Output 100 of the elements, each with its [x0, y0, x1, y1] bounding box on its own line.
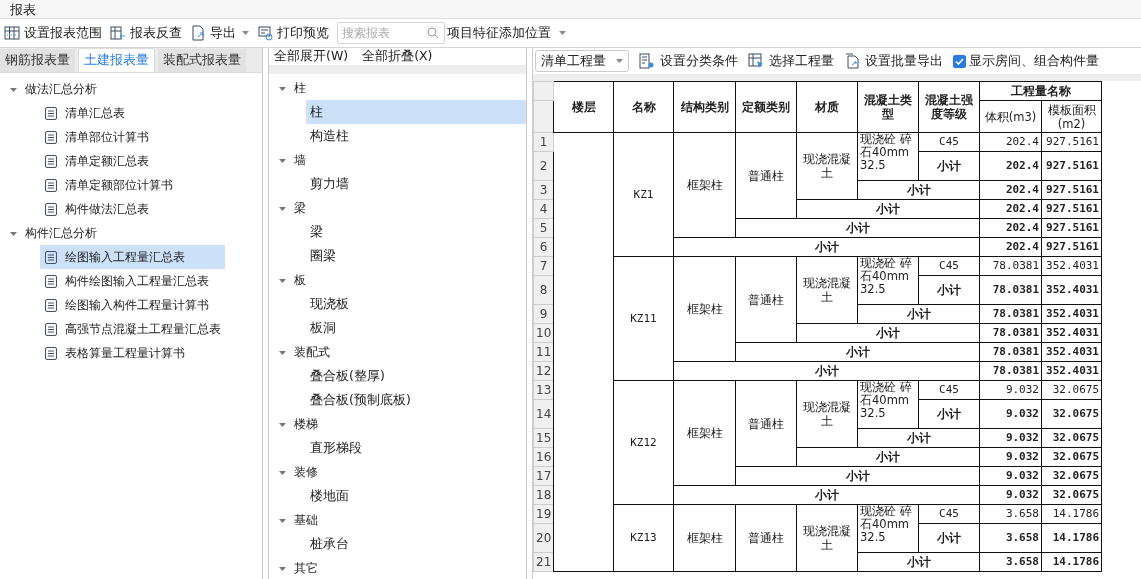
caret-icon[interactable]	[279, 420, 286, 428]
subtotal-cell: 小计	[673, 237, 980, 257]
tree-group-label[interactable]: 装修	[294, 463, 318, 481]
caret-icon[interactable]	[279, 204, 286, 212]
tree-item[interactable]: 剪力墙	[306, 172, 526, 196]
tree-item[interactable]: 构件绘图输入工程量汇总表	[40, 269, 225, 293]
caret-icon[interactable]	[279, 468, 286, 476]
tree-group-label[interactable]: 装配式	[294, 343, 330, 361]
tree-item[interactable]: 板洞	[306, 316, 526, 340]
table-cell: 352.4031	[1041, 323, 1102, 343]
tree-item[interactable]: 叠合板(整厚)	[306, 364, 526, 388]
tree-group-label[interactable]: 楼梯	[294, 415, 318, 433]
caret-icon[interactable]	[279, 348, 286, 356]
table-cell: 202.4	[979, 199, 1042, 219]
column-header: 材质	[796, 81, 858, 133]
table-cell: 202.4	[979, 237, 1042, 257]
tree-group-label[interactable]: 基础	[294, 511, 318, 529]
tree-group-label[interactable]: 其它	[294, 559, 318, 577]
check-icon	[955, 57, 964, 65]
caret-icon[interactable]	[279, 84, 286, 92]
tree-item[interactable]: 高强节点混凝土工程量汇总表	[40, 317, 225, 341]
table-cell: 14.1786	[1041, 552, 1102, 572]
caret-icon[interactable]	[279, 564, 286, 572]
document-icon	[45, 106, 57, 120]
tree-item[interactable]: 楼地面	[306, 484, 526, 508]
tree-item[interactable]: 清单汇总表	[40, 101, 225, 125]
tree-item[interactable]: 绘图输入工程量汇总表	[40, 245, 225, 269]
checkbox[interactable]	[953, 54, 966, 68]
tree-item[interactable]: 桩承台	[306, 532, 526, 556]
tree-action-button[interactable]: 全部折叠(X)	[362, 48, 433, 65]
report-tab[interactable]: 钢筋报表量	[0, 49, 75, 72]
tree-item[interactable]: 清单定额汇总表	[40, 149, 225, 173]
caret-icon	[242, 31, 249, 35]
search-icon[interactable]	[427, 27, 439, 39]
toolbar-button[interactable]: 设置批量导出	[844, 52, 943, 70]
tree-item[interactable]: 绘图输入构件工程量计算书	[40, 293, 225, 317]
subtotal-cell: 小计	[796, 199, 980, 219]
tree-item[interactable]: 叠合板(预制底板)	[306, 388, 526, 412]
toolbar-button[interactable]: 选择工程量	[748, 52, 834, 70]
toolbar-button[interactable]: 报表反查	[110, 24, 182, 42]
table-cell: 现浇混凝土	[796, 256, 858, 324]
tree-item[interactable]: 构件做法汇总表	[40, 197, 225, 221]
subtotal-cell: 小计	[735, 466, 980, 486]
tree-item[interactable]: 构造柱	[306, 124, 526, 148]
position-dropdown[interactable]: 项目特征添加位置	[447, 24, 566, 42]
report-tab[interactable]: 土建报表量	[78, 48, 155, 72]
table-cell: C45	[918, 380, 980, 400]
subtotal-cell: 小计	[918, 399, 980, 429]
report-tab[interactable]: 装配式报表量	[158, 49, 246, 72]
subtotal-cell: 小计	[673, 485, 980, 505]
table-cell: 927.5161	[1041, 132, 1102, 152]
caret-icon[interactable]	[279, 276, 286, 284]
table-cell: 927.5161	[1041, 199, 1102, 219]
row-number: 14	[533, 399, 554, 429]
toolbar-button[interactable]: 导出	[190, 24, 236, 42]
toolbar-button[interactable]: 设置报表范围	[4, 24, 102, 42]
table-cell: 现浇砼 碎石40mm 32.5	[857, 504, 919, 553]
toolbar-button[interactable]: 打印预览	[257, 24, 329, 42]
tree-item[interactable]: 现浇板	[306, 292, 526, 316]
checkbox-label: 显示房间、组合构件量	[969, 52, 1099, 70]
caret-icon[interactable]	[10, 229, 17, 237]
tree-group-label[interactable]: 梁	[294, 199, 306, 217]
table-cell: KZ13	[613, 504, 674, 572]
table-cell: 9.032	[979, 466, 1042, 486]
subtotal-cell: 小计	[857, 180, 980, 200]
toolbar-button[interactable]: 设置分类条件	[639, 52, 738, 70]
table-cell: 78.0381	[979, 275, 1042, 305]
table-cell: 352.4031	[1041, 361, 1102, 381]
column-group-header: 工程量名称	[979, 81, 1102, 101]
caret-icon[interactable]	[279, 516, 286, 524]
table-cell: 32.0675	[1041, 485, 1102, 505]
table-cell: 普通柱	[735, 380, 797, 467]
tree-action-button[interactable]: 全部展开(W)	[274, 48, 349, 65]
search-field[interactable]: 搜索报表	[337, 22, 445, 44]
table-cell: 9.032	[979, 447, 1042, 467]
caret-icon[interactable]	[279, 156, 286, 164]
tree-group-label[interactable]: 做法汇总分析	[25, 80, 97, 98]
column-header: 名称	[613, 81, 674, 133]
caret-icon[interactable]	[10, 85, 17, 93]
caret-icon	[559, 31, 566, 35]
tree-item[interactable]: 直形梯段	[306, 436, 526, 460]
tree-group-label[interactable]: 板	[294, 271, 306, 289]
table-cell: 927.5161	[1041, 218, 1102, 238]
table-cell: 78.0381	[979, 361, 1042, 381]
tree-item[interactable]: 表格算量工程量计算书	[40, 341, 225, 365]
tree-item[interactable]: 梁	[306, 220, 526, 244]
tree-group-label[interactable]: 构件汇总分析	[25, 224, 97, 242]
tree-item[interactable]: 圈梁	[306, 244, 526, 268]
tree-item[interactable]: 清单部位计算书	[40, 125, 225, 149]
table-cell: 3.658	[979, 504, 1042, 524]
table-cell: C45	[918, 256, 980, 276]
document-icon	[45, 202, 57, 216]
tree-group-label[interactable]: 墙	[294, 151, 306, 169]
table-cell: KZ12	[613, 380, 674, 505]
row-number: 8	[533, 275, 554, 305]
quantity-dropdown[interactable]: 清单工程量	[535, 50, 629, 72]
tree-item[interactable]: 清单定额部位计算书	[40, 173, 225, 197]
tree-group-label[interactable]: 柱	[294, 79, 306, 97]
table-cell: 352.4031	[1041, 342, 1102, 362]
tree-item[interactable]: 柱	[306, 100, 526, 124]
